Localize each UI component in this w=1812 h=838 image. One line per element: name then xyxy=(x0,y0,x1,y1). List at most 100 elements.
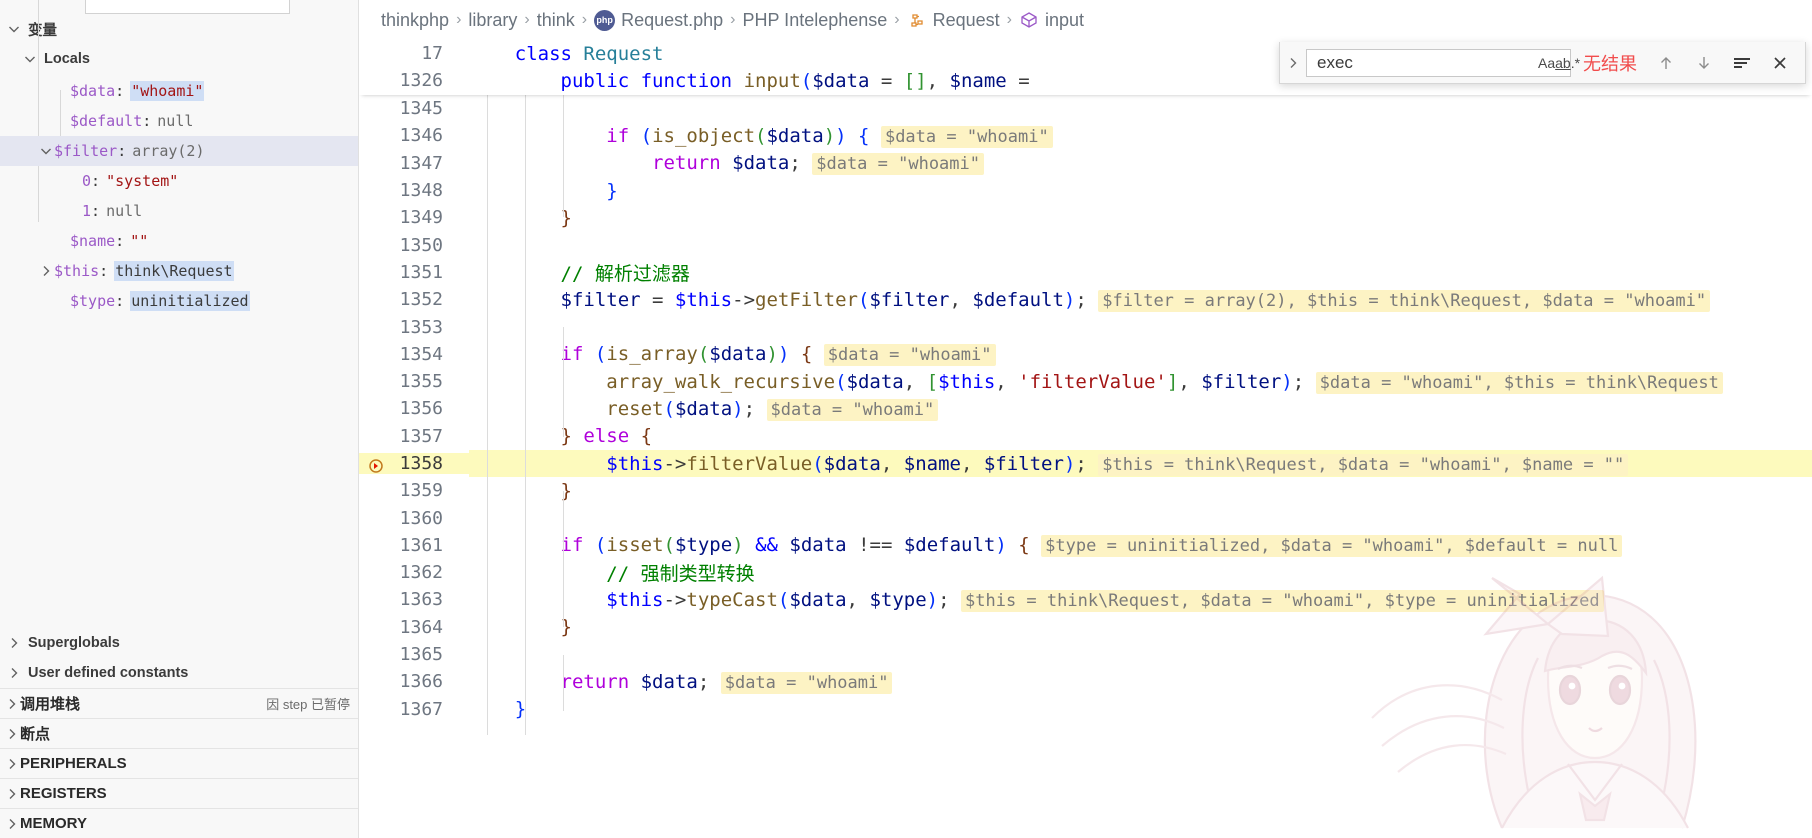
code-line[interactable]: 1345 xyxy=(359,95,1812,122)
breadcrumb-item-think[interactable]: think xyxy=(537,10,575,31)
line-number: 1354 xyxy=(399,343,443,365)
variable-group-header[interactable]: User defined constants xyxy=(0,658,358,688)
variable-group-header[interactable]: Superglobals xyxy=(0,628,358,658)
inline-debug-value: $data = "whoami" xyxy=(880,125,1053,148)
variable-separator: : xyxy=(91,202,101,220)
find-previous-arrow-up-icon[interactable] xyxy=(1647,47,1685,79)
breadcrumb-separator: › xyxy=(730,11,736,28)
close-icon[interactable] xyxy=(1761,47,1799,79)
code-line[interactable]: 1357 } else { xyxy=(359,423,1812,450)
chevron-right-icon xyxy=(4,816,20,832)
code-line[interactable]: 1353 xyxy=(359,313,1812,340)
sidebar-bottom-sections: 调用堆栈 因 step 已暂停 断点 PERIPHERALS REGISTERS MEMO… xyxy=(0,688,358,838)
variable-value: null xyxy=(157,112,194,130)
inline-debug-value: $this = think\Request, $data = "whoami",… xyxy=(961,589,1604,612)
locals-group-header[interactable]: Locals xyxy=(0,44,358,74)
panel-section-MEMORY[interactable]: MEMORY xyxy=(0,808,358,838)
code-text: } xyxy=(560,206,572,229)
chevron-right-icon xyxy=(4,696,20,712)
variable-row[interactable]: $data: "whoami" xyxy=(0,76,358,106)
panel-section-label: REGISTERS xyxy=(20,785,107,802)
code-line[interactable]: 1364 } xyxy=(359,614,1812,641)
code-line[interactable]: 1365 xyxy=(359,641,1812,668)
variable-name: $default xyxy=(70,112,143,130)
variable-row[interactable]: $name: "" xyxy=(0,226,358,256)
inline-debug-value: $data = "whoami" xyxy=(720,671,893,694)
line-number: 1366 xyxy=(399,671,443,693)
find-in-selection-icon[interactable] xyxy=(1723,47,1761,79)
variable-row[interactable]: 1: null xyxy=(0,196,358,226)
variable-value: "" xyxy=(130,232,149,250)
code-line[interactable]: 1367 } xyxy=(359,696,1812,723)
php-file-icon: php xyxy=(594,9,616,31)
line-number: 1365 xyxy=(399,644,443,666)
whole-word-icon[interactable]: ab xyxy=(1555,52,1571,74)
find-input[interactable] xyxy=(1317,52,1538,73)
line-number: 1348 xyxy=(399,180,443,202)
breadcrumb-item-library[interactable]: library xyxy=(468,10,517,31)
chevron-right-icon xyxy=(4,756,20,772)
find-input-wrapper[interactable]: Aa ab .* xyxy=(1306,48,1580,77)
chevron-right-icon[interactable] xyxy=(38,263,54,279)
variables-section-header[interactable]: 变量 xyxy=(0,14,358,44)
variable-row[interactable]: 0: "system" xyxy=(0,166,358,196)
code-editor: thinkphp › library › think › php Request.php › PH… xyxy=(359,0,1812,838)
chevron-down-icon[interactable] xyxy=(38,143,54,159)
code-line[interactable]: 1351 // 解析过滤器 xyxy=(359,259,1812,286)
code-line[interactable]: 1354 if (is_array($data)) { $data = "who… xyxy=(359,341,1812,368)
variable-name: $type xyxy=(70,292,116,310)
breadcrumb-item-php-intelephense[interactable]: PHP Intelephense xyxy=(743,10,888,31)
current-execution-line[interactable]: 1358 $this->filterValue($data, $name, $f… xyxy=(359,449,1812,478)
indent-guide xyxy=(563,95,564,217)
code-line[interactable]: 1348 } xyxy=(359,177,1812,204)
breadcrumb-item-request-php[interactable]: php Request.php xyxy=(594,9,723,31)
panel-section-note: 因 step 已暂停 xyxy=(266,697,350,712)
line-number: 1359 xyxy=(399,480,443,502)
variable-row[interactable]: $type: uninitialized xyxy=(0,286,358,316)
find-next-arrow-down-icon[interactable] xyxy=(1685,47,1723,79)
panel-section-调用堆栈[interactable]: 调用堆栈 因 step 已暂停 xyxy=(0,688,358,718)
code-line[interactable]: 1347 return $data; $data = "whoami" xyxy=(359,150,1812,177)
breadcrumb-separator: › xyxy=(456,11,462,28)
code-line[interactable]: 1360 xyxy=(359,504,1812,531)
variable-name: $filter xyxy=(54,142,118,160)
use-regex-icon[interactable]: .* xyxy=(1571,52,1580,74)
code-line[interactable]: 1352 $filter = $this->getFilter($filter,… xyxy=(359,286,1812,313)
variable-row[interactable]: $this: think\Request xyxy=(0,256,358,286)
code-line[interactable]: 1359 } xyxy=(359,477,1812,504)
line-number: 1357 xyxy=(399,425,443,447)
chevron-right-icon xyxy=(4,726,20,742)
breadcrumb-item-input[interactable]: input xyxy=(1019,10,1084,31)
toggle-replace-chevron-right-icon[interactable] xyxy=(1280,55,1306,71)
vscode-window: 变量 Locals $data: "whoami" $default: null $fi… xyxy=(0,0,1812,838)
inline-debug-value: $this = think\Request, $data = "whoami",… xyxy=(1098,453,1629,476)
line-number: 1326 xyxy=(399,70,443,92)
variable-row[interactable]: $filter: array(2) xyxy=(0,136,358,166)
variable-value: think\Request xyxy=(114,261,234,281)
debug-sidebar: 变量 Locals $data: "whoami" $default: null $fi… xyxy=(0,0,359,838)
code-line[interactable]: 1346 if (is_object($data)) { $data = "wh… xyxy=(359,122,1812,149)
panel-section-REGISTERS[interactable]: REGISTERS xyxy=(0,778,358,808)
line-number: 1364 xyxy=(399,616,443,638)
panel-section-断点[interactable]: 断点 xyxy=(0,718,358,748)
code-line[interactable]: 1363 $this->typeCast($data, $type); $thi… xyxy=(359,586,1812,613)
code-line[interactable]: 1362 // 强制类型转换 xyxy=(359,559,1812,586)
line-number: 1350 xyxy=(399,234,443,256)
sidebar-top-input[interactable] xyxy=(85,0,290,14)
variable-name: 0 xyxy=(82,172,92,190)
panel-section-PERIPHERALS[interactable]: PERIPHERALS xyxy=(0,748,358,778)
breadcrumb-item-request[interactable]: Request xyxy=(907,10,1000,31)
code-line[interactable]: 1355 array_walk_recursive($data, [$this,… xyxy=(359,368,1812,395)
code-lines: 1345 1346 if (is_object($data)) { $data =… xyxy=(359,95,1812,838)
code-line[interactable]: 1356 reset($data); $data = "whoami" xyxy=(359,395,1812,422)
variable-row[interactable]: $default: null xyxy=(0,106,358,136)
code-line[interactable]: 1350 xyxy=(359,231,1812,258)
code-text: } xyxy=(514,698,527,721)
code-line[interactable]: 1361 if (isset($type) && $data !== $defa… xyxy=(359,532,1812,559)
breakpoint-icon[interactable] xyxy=(369,457,383,473)
variable-groups: Superglobals User defined constants xyxy=(0,628,358,688)
code-line[interactable]: 1366 return $data; $data = "whoami" xyxy=(359,668,1812,695)
breadcrumb-item-thinkphp[interactable]: thinkphp xyxy=(381,10,449,31)
code-line[interactable]: 1349 } xyxy=(359,204,1812,231)
match-case-icon[interactable]: Aa xyxy=(1538,52,1555,74)
